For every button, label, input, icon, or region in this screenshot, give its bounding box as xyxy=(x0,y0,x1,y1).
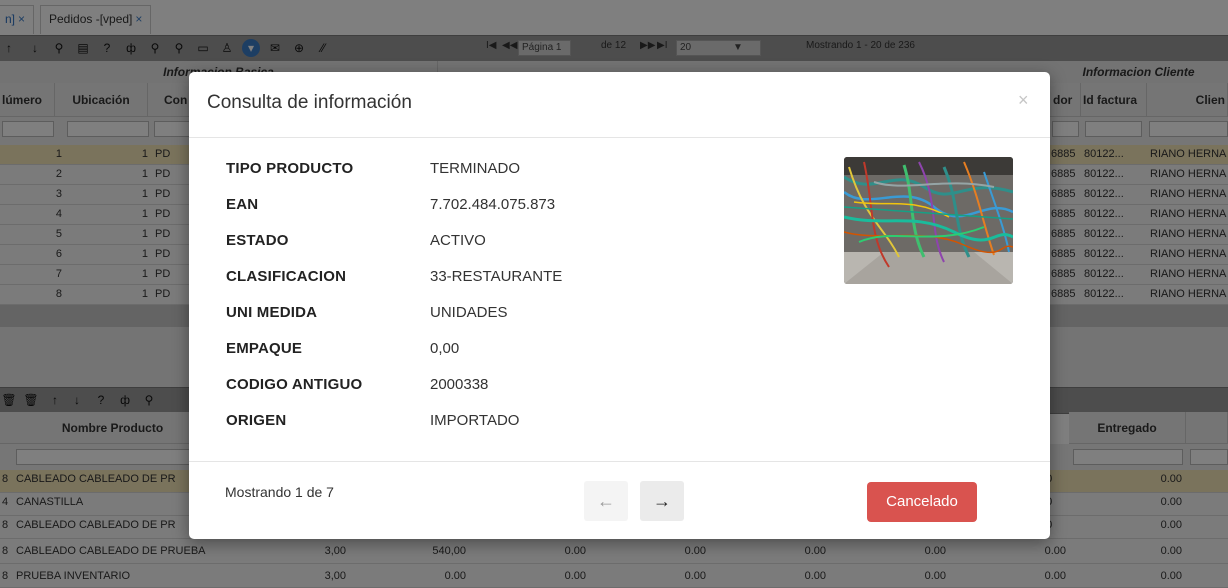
field-label-codigo-antiguo: CODIGO ANTIGUO xyxy=(226,376,363,393)
prev-record-button[interactable]: ← xyxy=(584,481,628,521)
modal-title: Consulta de información xyxy=(207,92,412,113)
field-value-ean: 7.702.484.075.873 xyxy=(430,196,556,213)
close-icon[interactable]: × xyxy=(1018,90,1029,111)
field-label-empaque: EMPAQUE xyxy=(226,340,303,357)
divider xyxy=(189,461,1050,462)
field-value-tipo-producto: TERMINADO xyxy=(430,160,520,177)
field-value-estado: ACTIVO xyxy=(430,232,486,249)
record-counter: Mostrando 1 de 7 xyxy=(225,484,334,500)
field-value-codigo-antiguo: 2000338 xyxy=(430,376,489,393)
field-label-ean: EAN xyxy=(226,196,259,213)
field-label-clasificacion: CLASIFICACION xyxy=(226,268,347,285)
divider xyxy=(189,137,1050,138)
field-label-tipo-producto: TIPO PRODUCTO xyxy=(226,160,354,177)
cancel-button[interactable]: Cancelado xyxy=(867,482,977,522)
next-record-button[interactable]: → xyxy=(640,481,684,521)
field-value-uni-medida: UNIDADES xyxy=(430,304,508,321)
field-value-clasificacion: 33-RESTAURANTE xyxy=(430,268,563,285)
field-value-empaque: 0,00 xyxy=(430,340,460,357)
field-label-uni-medida: UNI MEDIDA xyxy=(226,304,318,321)
info-modal: Consulta de información × TIPO PRODUCTO … xyxy=(189,72,1050,539)
arrow-left-icon: ← xyxy=(597,491,615,511)
field-value-origen: IMPORTADO xyxy=(430,412,520,429)
arrow-right-icon: → xyxy=(653,491,671,511)
field-label-estado: ESTADO xyxy=(226,232,289,249)
field-label-origen: ORIGEN xyxy=(226,412,287,429)
product-image xyxy=(844,157,1013,284)
